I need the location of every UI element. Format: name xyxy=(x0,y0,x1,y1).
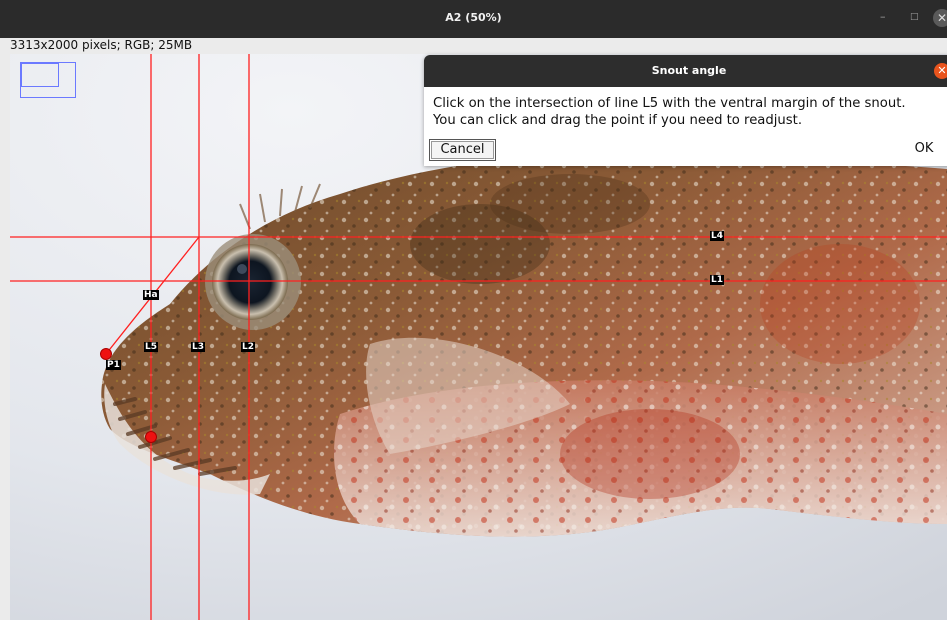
eye xyxy=(212,244,288,320)
label-l2: L2 xyxy=(241,342,255,352)
navigator-viewport[interactable] xyxy=(21,63,59,87)
snout-angle-dialog: Snout angle ✕ Click on the intersection … xyxy=(424,55,947,166)
dialog-close-icon[interactable]: ✕ xyxy=(934,63,947,79)
canvas-margin xyxy=(0,54,10,620)
red-patch-2 xyxy=(760,244,920,364)
dialog-message: Click on the intersection of line L5 wit… xyxy=(433,95,906,129)
window-title: A2 (50%) xyxy=(445,11,502,24)
dialog-title: Snout angle xyxy=(651,64,727,77)
dialog-titlebar[interactable]: Snout angle ✕ xyxy=(424,55,947,87)
window-titlebar[interactable]: A2 (50%) – □ ✕ xyxy=(0,0,947,38)
point-snout-ventral[interactable] xyxy=(145,431,157,443)
image-info-text: 3313x2000 pixels; RGB; 25MB xyxy=(10,38,193,52)
dialog-message-line-1: Click on the intersection of line L5 wit… xyxy=(433,96,906,111)
image-info-bar: 3313x2000 pixels; RGB; 25MB xyxy=(0,38,947,55)
cancel-button[interactable]: Cancel xyxy=(429,139,496,161)
maximize-icon[interactable]: □ xyxy=(910,12,919,22)
point-p1[interactable] xyxy=(100,348,112,360)
label-l1: L1 xyxy=(710,275,724,285)
label-ha: Ha xyxy=(143,290,159,300)
eye-highlight xyxy=(237,264,247,274)
ok-button[interactable]: OK xyxy=(904,139,944,159)
dark-patch-2 xyxy=(490,174,650,234)
image-window: A2 (50%) – □ ✕ 3313x2000 pixels; RGB; 25… xyxy=(0,0,947,620)
label-l5: L5 xyxy=(144,342,158,352)
navigator-box[interactable] xyxy=(20,62,76,98)
label-l3: L3 xyxy=(191,342,205,352)
label-p1: P1 xyxy=(106,360,121,370)
minimize-icon[interactable]: – xyxy=(880,10,886,23)
red-patch xyxy=(560,409,740,499)
dialog-message-line-2: You can click and drag the point if you … xyxy=(433,113,803,128)
label-l4: L4 xyxy=(710,231,724,241)
close-icon[interactable]: ✕ xyxy=(933,9,947,27)
